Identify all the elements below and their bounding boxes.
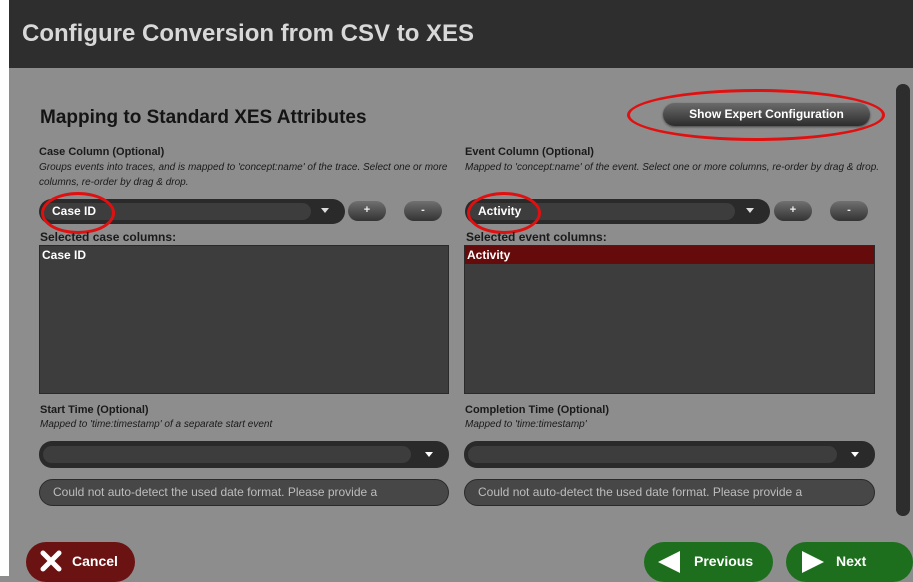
- start-time-title: Start Time (Optional): [40, 404, 149, 416]
- event-columns-list[interactable]: Activity: [464, 245, 875, 394]
- completion-time-title: Completion Time (Optional): [465, 404, 610, 416]
- next-label: Next: [836, 553, 867, 569]
- close-icon: [40, 550, 62, 572]
- completion-time-date-format-input[interactable]: Could not auto-detect the used date form…: [464, 479, 875, 506]
- list-item[interactable]: Case ID: [40, 246, 448, 264]
- chevron-down-icon: [321, 208, 329, 213]
- case-column-description: Groups events into traces, and is mapped…: [39, 162, 448, 188]
- completion-time-description: Mapped to 'time:timestamp': [465, 419, 587, 430]
- previous-button[interactable]: Previous: [644, 542, 773, 582]
- show-expert-configuration-button[interactable]: Show Expert Configuration: [663, 103, 870, 126]
- event-list-label: Selected event columns:: [466, 230, 607, 244]
- completion-time-value: [468, 446, 837, 463]
- case-column-value: Case ID: [43, 203, 311, 220]
- scrollbar-thumb[interactable]: [896, 84, 910, 516]
- list-item[interactable]: Activity: [465, 246, 874, 264]
- case-column-select[interactable]: Case ID: [39, 199, 345, 224]
- start-time-select[interactable]: [39, 441, 449, 468]
- vertical-scrollbar[interactable]: [896, 84, 910, 516]
- start-time-description: Mapped to 'time:timestamp' of a separate…: [40, 419, 273, 430]
- chevron-down-icon: [425, 452, 433, 457]
- arrow-right-icon: [802, 551, 824, 573]
- next-button[interactable]: Next: [786, 542, 913, 582]
- chevron-down-icon: [851, 452, 859, 457]
- title-bar: Configure Conversion from CSV to XES: [0, 0, 913, 68]
- section-title: Mapping to Standard XES Attributes: [40, 107, 367, 128]
- case-column-title: Case Column (Optional): [39, 146, 165, 158]
- event-column-description: Mapped to 'concept:name' of the event. S…: [465, 162, 880, 173]
- start-time-value: [43, 446, 411, 463]
- event-column-value: Activity: [469, 203, 735, 220]
- cancel-label: Cancel: [72, 553, 118, 569]
- add-case-column-button[interactable]: +: [348, 201, 386, 221]
- case-columns-list[interactable]: Case ID: [39, 245, 449, 394]
- add-event-column-button[interactable]: +: [774, 201, 812, 221]
- remove-case-column-button[interactable]: -: [404, 201, 442, 221]
- completion-time-select[interactable]: [464, 441, 875, 468]
- case-list-label: Selected case columns:: [40, 230, 177, 244]
- arrow-left-icon: [658, 551, 680, 573]
- chevron-down-icon: [746, 208, 754, 213]
- cancel-button[interactable]: Cancel: [26, 542, 135, 582]
- left-edge: [0, 0, 9, 576]
- remove-event-column-button[interactable]: -: [830, 201, 868, 221]
- window-title: Configure Conversion from CSV to XES: [22, 20, 475, 47]
- previous-label: Previous: [694, 553, 754, 569]
- event-column-title: Event Column (Optional): [465, 146, 594, 158]
- start-time-date-format-input[interactable]: Could not auto-detect the used date form…: [39, 479, 449, 506]
- event-column-select[interactable]: Activity: [465, 199, 770, 224]
